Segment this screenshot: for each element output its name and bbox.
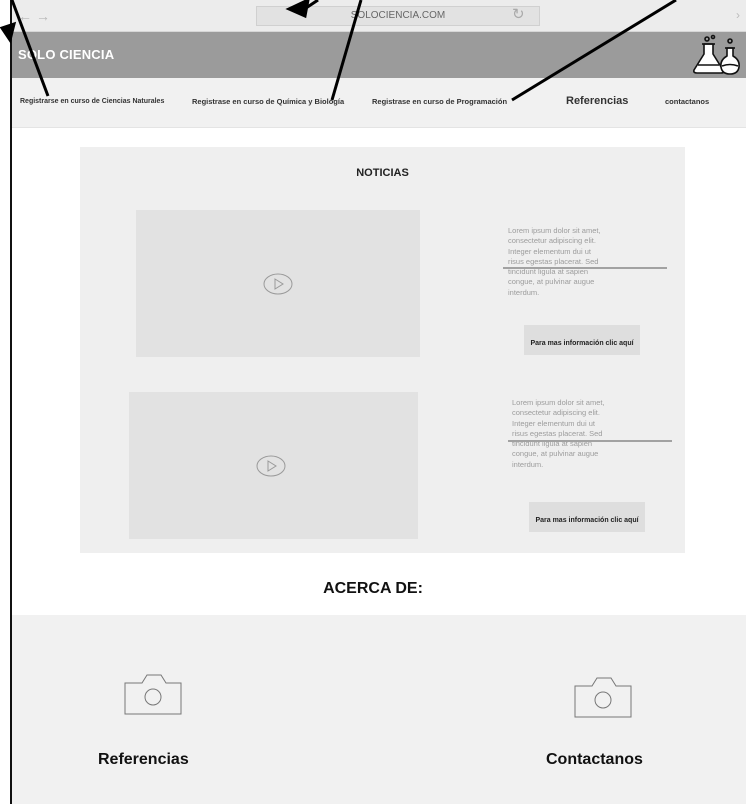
- about-title: ACERCA DE:: [323, 580, 423, 597]
- reload-icon[interactable]: ↻: [512, 5, 525, 23]
- address-bar[interactable]: SOLOCIENCIA.COM: [256, 6, 540, 26]
- footer-link-contactanos[interactable]: Contactanos: [546, 751, 643, 769]
- nav-item-referencias[interactable]: Referencias: [566, 95, 628, 107]
- more-info-button[interactable]: Para mas información clic aquí: [524, 325, 640, 355]
- nav-item-ciencias-naturales[interactable]: Registrarse en curso de Ciencias Natural…: [20, 98, 164, 105]
- nav-item-contactanos[interactable]: contactanos: [665, 97, 709, 106]
- browser-toolbar: ← → SOLOCIENCIA.COM ↻ ›: [12, 0, 746, 32]
- main-nav: Registrarse en curso de Ciencias Natural…: [12, 78, 746, 128]
- flasks-icon: [693, 34, 740, 75]
- news-text: Lorem ipsum dolor sit amet, consectetur …: [508, 226, 601, 297]
- site-title[interactable]: SOLO CIENCIA: [18, 47, 114, 62]
- footer: Referencias Contactanos: [12, 615, 746, 804]
- arrow-right-icon[interactable]: →: [36, 8, 50, 24]
- camera-icon[interactable]: [572, 674, 634, 720]
- divider: [508, 440, 672, 442]
- nav-item-programacion[interactable]: Registrase en curso de Programación: [372, 97, 507, 106]
- camera-icon[interactable]: [122, 671, 184, 717]
- video-player[interactable]: [129, 392, 418, 539]
- arrow-left-icon[interactable]: ←: [18, 8, 32, 24]
- play-icon[interactable]: [263, 273, 293, 295]
- divider: [503, 267, 667, 269]
- nav-item-quimica-biologia[interactable]: Registrase en curso de Química y Biologí…: [192, 97, 344, 106]
- video-player[interactable]: [136, 210, 420, 357]
- more-info-button[interactable]: Para mas información clic aquí: [529, 502, 645, 532]
- news-title: NOTICIAS: [356, 167, 409, 179]
- site-header: SOLO CIENCIA: [12, 32, 746, 78]
- window-left-edge: [0, 0, 12, 804]
- news-section: NOTICIAS Lorem ipsum dolor sit amet, con…: [80, 147, 685, 553]
- news-text: Lorem ipsum dolor sit amet, consectetur …: [512, 398, 605, 469]
- chevron-right-icon[interactable]: ›: [736, 8, 740, 22]
- footer-link-referencias[interactable]: Referencias: [98, 751, 189, 769]
- play-icon[interactable]: [256, 455, 286, 477]
